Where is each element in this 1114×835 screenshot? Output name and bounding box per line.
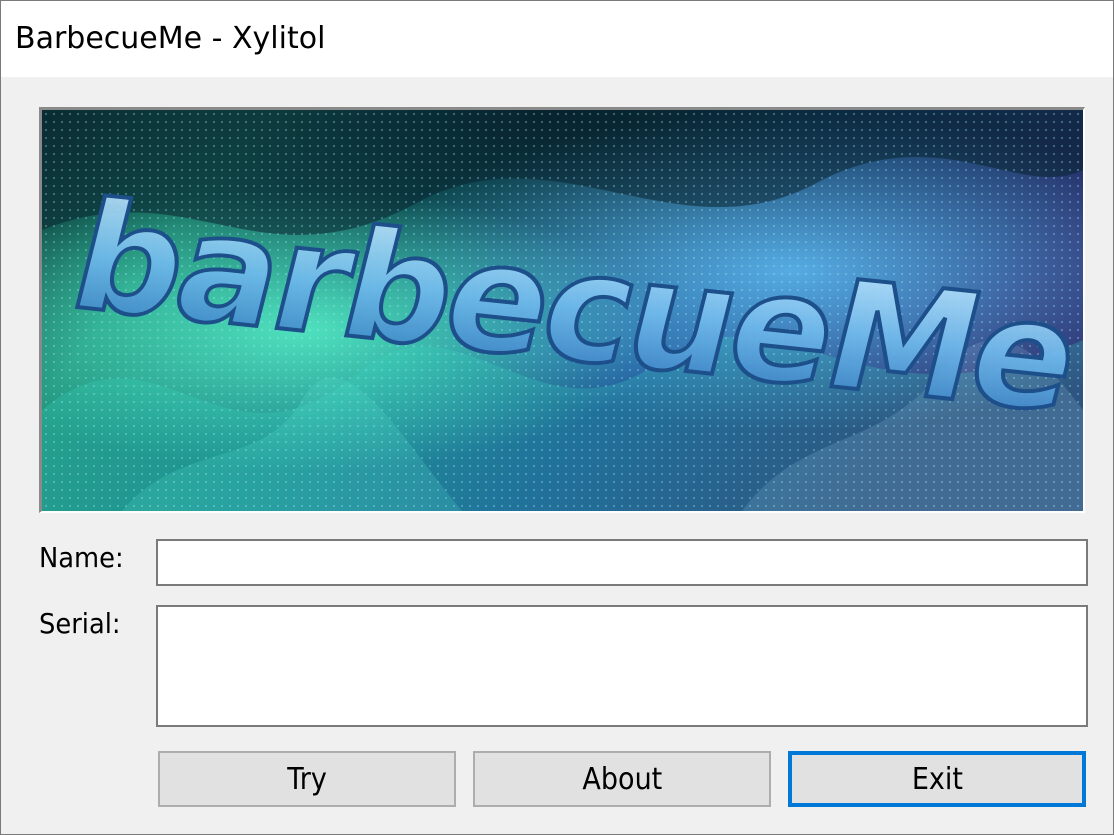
try-button[interactable]: Try: [158, 751, 456, 807]
serial-label: Serial:: [39, 607, 121, 640]
exit-button[interactable]: Exit: [788, 751, 1086, 807]
banner-artwork: barbecueMe: [42, 110, 1083, 511]
about-button-label: About: [582, 761, 662, 797]
about-button[interactable]: About: [473, 751, 771, 807]
try-button-label: Try: [287, 761, 327, 797]
serial-input[interactable]: [156, 605, 1088, 727]
exit-button-label: Exit: [911, 761, 963, 797]
window-title: BarbecueMe - Xylitol: [15, 21, 326, 56]
name-label: Name:: [39, 541, 124, 574]
banner-image: barbecueMe: [39, 107, 1085, 513]
name-input[interactable]: [156, 539, 1088, 586]
title-bar[interactable]: BarbecueMe - Xylitol: [1, 1, 1113, 77]
app-window: BarbecueMe - Xylitol barbecueMe Name: Se…: [0, 0, 1114, 835]
